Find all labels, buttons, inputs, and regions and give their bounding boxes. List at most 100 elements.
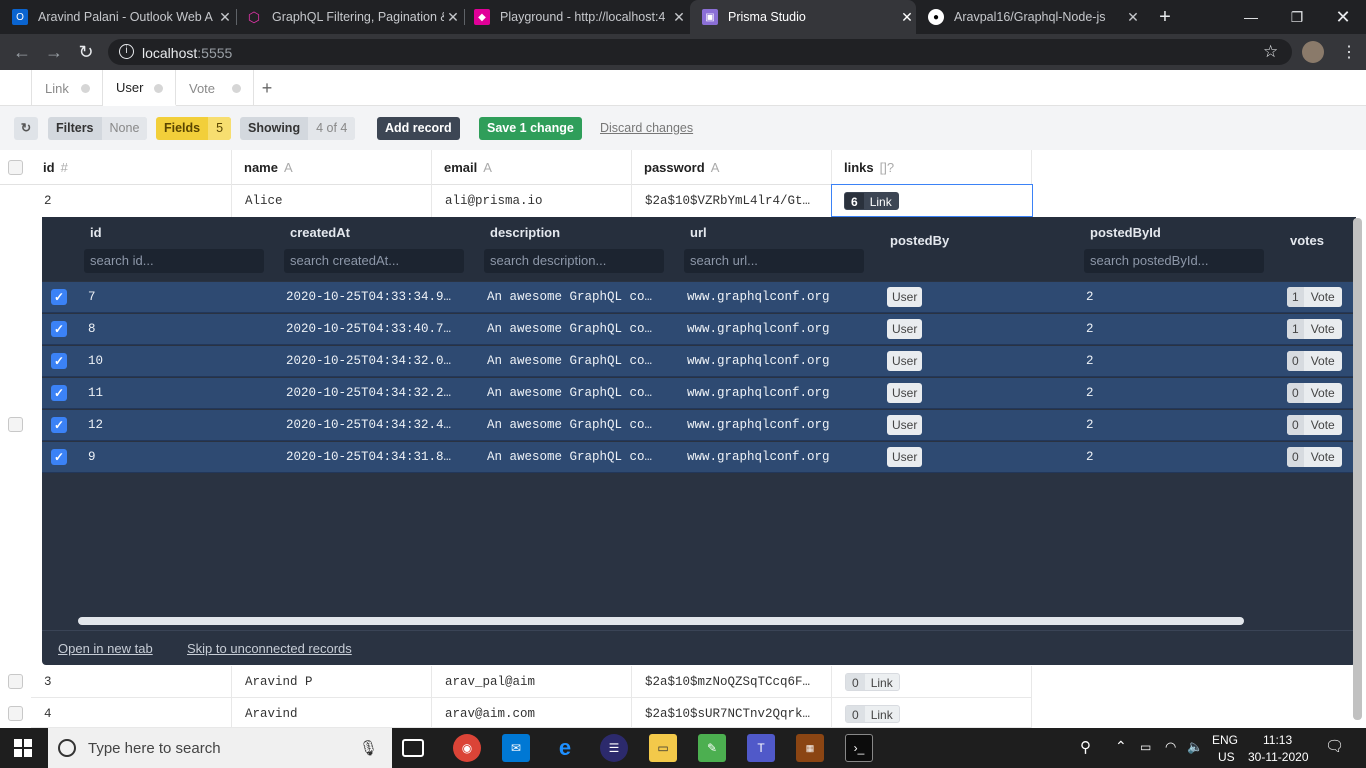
add-record-button[interactable]: Add record [377,117,460,140]
terminal-icon[interactable]: ›_ [845,734,873,762]
column-header-password[interactable]: password A [632,150,832,185]
row-checkbox-checked[interactable]: ✓ [51,289,67,305]
panel-cell-postedById[interactable]: 2 [1086,378,1206,409]
close-icon[interactable]: ✕ [444,9,462,26]
avatar[interactable] [1302,41,1324,63]
search-url-input[interactable]: search url... [684,249,864,273]
panel-cell-postedById[interactable]: 2 [1086,282,1206,313]
select-all-checkbox[interactable] [8,160,23,175]
add-tab-button[interactable]: + [254,70,280,106]
row-checkbox-checked[interactable]: ✓ [51,417,67,433]
back-icon[interactable]: ← [11,42,33,62]
cell-id[interactable]: 2 [31,185,232,217]
panel-row[interactable]: ✓ 12 2020-10-25T04:34:32.4… An awesome G… [42,410,1356,441]
panel-cell-url[interactable]: www.graphqlconf.org [687,314,867,345]
row-checkbox[interactable] [8,706,23,721]
task-view-icon[interactable] [402,739,424,757]
window-close-button[interactable]: ✕ [1320,0,1366,34]
panel-cell-id[interactable]: 9 [88,442,268,473]
search-createdAt-input[interactable]: search createdAt... [284,249,464,273]
row-checkbox[interactable] [8,674,23,689]
panel-cell-url[interactable]: www.graphqlconf.org [687,442,867,473]
cell-name[interactable]: Aravind [232,698,432,728]
panel-cell-postedById[interactable]: 2 [1086,346,1206,377]
new-tab-button[interactable]: + [1155,7,1175,27]
row-checkbox-checked[interactable]: ✓ [51,321,67,337]
clock-date[interactable]: 30-11-2020 [1248,750,1309,764]
language-code[interactable]: ENG [1212,733,1238,747]
cell-links[interactable]: 0 Link [832,666,1032,698]
row-checkbox[interactable] [8,417,23,432]
wifi-icon[interactable]: ◠ [1165,739,1176,755]
minimize-button[interactable]: — [1228,0,1274,34]
panel-cell-id[interactable]: 11 [88,378,268,409]
tab-dot-icon[interactable] [154,84,163,93]
panel-cell-id[interactable]: 12 [88,410,268,441]
panel-row[interactable]: ✓ 8 2020-10-25T04:33:40.7… An awesome Gr… [42,314,1356,345]
row-checkbox-checked[interactable]: ✓ [51,353,67,369]
people-icon[interactable]: ⚲ [1080,738,1091,756]
panel-cell-description[interactable]: An awesome GraphQL co… [487,346,667,377]
posted-by-user-button[interactable]: User [887,287,923,307]
panel-cell-id[interactable]: 8 [88,314,268,345]
votes-relation-button[interactable]: 1 Vote [1287,319,1342,339]
horizontal-scrollbar[interactable] [78,617,1244,625]
cell-password[interactable]: $2a$10$VZRbYmL4lr4/Gt… [632,185,832,217]
save-change-button[interactable]: Save 1 change [479,117,582,140]
eclipse-icon[interactable]: ☰ [600,734,628,762]
restore-button[interactable]: ❐ [1274,0,1320,34]
cell-email[interactable]: ali@prisma.io [432,185,632,217]
panel-row[interactable]: ✓ 7 2020-10-25T04:33:34.9… An awesome Gr… [42,282,1356,313]
panel-cell-description[interactable]: An awesome GraphQL co… [487,442,667,473]
panel-cell-url[interactable]: www.graphqlconf.org [687,378,867,409]
battery-icon[interactable]: ▭ [1140,740,1151,754]
panel-cell-createdAt[interactable]: 2020-10-25T04:34:32.4… [286,410,466,441]
cell-id[interactable]: 4 [31,698,232,728]
posted-by-user-button[interactable]: User [887,447,923,467]
panel-cell-id[interactable]: 10 [88,346,268,377]
browser-tab-prisma-studio[interactable]: ▣ Prisma Studio ✕ [690,0,916,34]
tab-dot-icon[interactable] [232,84,241,93]
search-description-input[interactable]: search description... [484,249,664,273]
panel-row[interactable]: ✓ 10 2020-10-25T04:34:32.0… An awesome G… [42,346,1356,377]
teams-icon[interactable]: T [747,734,775,762]
search-postedById-input[interactable]: search postedById... [1084,249,1264,273]
open-in-new-tab-link[interactable]: Open in new tab [58,641,153,656]
panel-cell-description[interactable]: An awesome GraphQL co… [487,378,667,409]
tab-vote[interactable]: Vote [176,70,254,106]
forward-icon[interactable]: → [43,42,65,62]
posted-by-user-button[interactable]: User [887,351,923,371]
taskbar-search-box[interactable]: Type here to search 🎙 [48,728,392,768]
panel-cell-postedById[interactable]: 2 [1086,442,1206,473]
tab-dot-icon[interactable] [81,84,90,93]
reload-icon[interactable]: ↻ [75,42,97,62]
vertical-scrollbar[interactable] [1353,218,1362,720]
browser-tab-outlook[interactable]: O Aravind Palani - Outlook Web A ✕ [12,0,234,34]
panel-cell-description[interactable]: An awesome GraphQL co… [487,410,667,441]
cell-links-selected[interactable]: 6 Link [831,184,1033,217]
column-header-email[interactable]: email A [432,150,632,185]
notifications-icon[interactable]: 🗨 [1325,737,1344,755]
votes-relation-button[interactable]: 0 Vote [1287,415,1342,435]
windows-start-icon[interactable] [14,739,32,757]
close-icon[interactable]: ✕ [670,9,688,26]
column-header-id[interactable]: id # [31,150,232,185]
discard-changes-link[interactable]: Discard changes [600,121,693,135]
row-checkbox-checked[interactable]: ✓ [51,449,67,465]
chrome-icon[interactable]: ◉ [453,734,481,762]
panel-cell-url[interactable]: www.graphqlconf.org [687,410,867,441]
address-bar[interactable] [108,39,1292,65]
filters-button[interactable]: Filters None [48,117,148,140]
region-code[interactable]: US [1218,750,1235,764]
game-icon[interactable]: ▦ [796,734,824,762]
cell-name[interactable]: Alice [232,185,432,217]
panel-cell-url[interactable]: www.graphqlconf.org [687,346,867,377]
showing-button[interactable]: Showing 4 of 4 [240,117,356,140]
votes-relation-button[interactable]: 0 Vote [1287,447,1342,467]
tray-chevron-icon[interactable]: ⌃ [1115,738,1127,755]
bookmark-star-icon[interactable]: ☆ [1263,42,1278,62]
panel-cell-createdAt[interactable]: 2020-10-25T04:34:32.0… [286,346,466,377]
close-icon[interactable]: ✕ [216,9,234,26]
close-icon[interactable]: ✕ [1124,9,1142,26]
panel-row[interactable]: ✓ 11 2020-10-25T04:34:32.2… An awesome G… [42,378,1356,409]
